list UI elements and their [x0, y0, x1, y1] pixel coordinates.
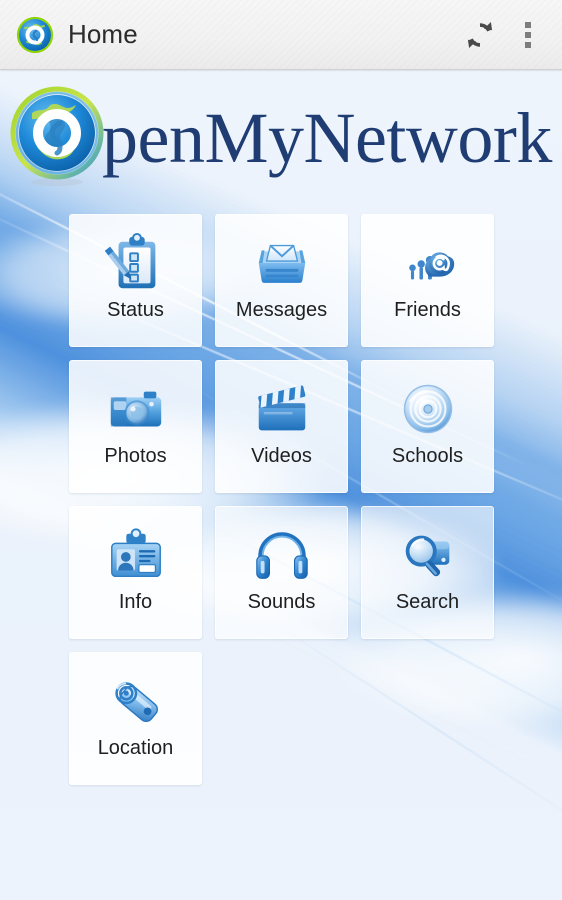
tile-label: Friends: [394, 299, 461, 321]
tile-label: Videos: [251, 445, 312, 467]
refresh-icon: [464, 19, 496, 51]
magnifier-drive-icon: [396, 523, 460, 587]
tile-messages[interactable]: Messages: [215, 214, 348, 347]
tile-label: Messages: [235, 299, 328, 321]
globe-app-icon: [16, 16, 54, 54]
tile-label: Photos: [104, 445, 167, 467]
tile-friends[interactable]: Friends: [361, 214, 494, 347]
camera-icon: [104, 377, 168, 441]
people-at-sign-icon: [396, 231, 460, 295]
brand-name: penMyNetwork: [102, 97, 552, 178]
tile-label: Sounds: [247, 591, 316, 613]
disc-ripple-icon: [396, 377, 460, 441]
action-bar: Home: [0, 0, 562, 70]
clipboard-pencil-icon: [104, 231, 168, 295]
tag-target-icon: [104, 669, 168, 733]
globe-logo-icon: [4, 83, 110, 189]
action-bar-actions: [452, 7, 548, 63]
refresh-button[interactable]: [452, 7, 508, 63]
tile-schools[interactable]: Schools: [361, 360, 494, 493]
tile-label: Search: [395, 591, 460, 613]
tile-photos[interactable]: Photos: [69, 360, 202, 493]
headphones-icon: [250, 523, 314, 587]
overflow-menu-button[interactable]: [508, 7, 548, 63]
clapperboard-icon: [250, 377, 314, 441]
tile-label: Location: [97, 737, 174, 759]
tile-label: Info: [118, 591, 153, 613]
app-grid: Status Messages Friends Photos Videos Sc…: [0, 205, 562, 785]
tile-sounds[interactable]: Sounds: [215, 506, 348, 639]
inbox-envelope-icon: [250, 231, 314, 295]
id-badge-icon: [104, 523, 168, 587]
tile-status[interactable]: Status: [69, 214, 202, 347]
page-title: Home: [68, 19, 138, 49]
tile-info[interactable]: Info: [69, 506, 202, 639]
brand-logo: penMyNetwork: [0, 70, 562, 205]
overflow-menu-icon: [525, 21, 531, 48]
tile-videos[interactable]: Videos: [215, 360, 348, 493]
tile-label: Status: [107, 299, 164, 321]
action-bar-home-button[interactable]: Home: [16, 16, 452, 54]
home-content: penMyNetwork Status Messages Friends Pho…: [0, 70, 562, 900]
tile-location[interactable]: Location: [69, 652, 202, 785]
tile-label: Schools: [391, 445, 464, 467]
tile-search[interactable]: Search: [361, 506, 494, 639]
app-root: Home penMyNetwork Status Messages Friend…: [0, 0, 562, 900]
